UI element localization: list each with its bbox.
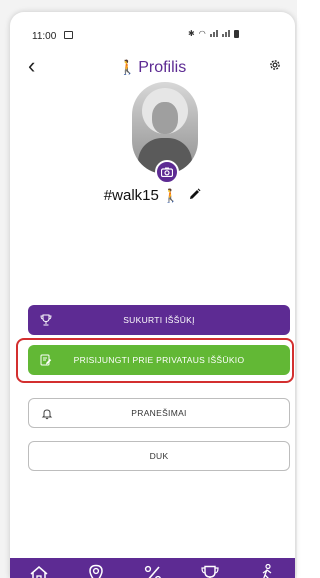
battery-icon xyxy=(233,29,239,38)
image-notification-icon xyxy=(64,31,73,39)
device-frame: 11:00 ✱ ◠ ‹ 🚶 Profilis #walk15 🚶 SUKURTI… xyxy=(0,0,297,578)
join-private-challenge-button[interactable]: PRISIJUNGTI PRIE PRIVATAUS IŠŠŪKIO xyxy=(28,345,290,375)
faq-button[interactable]: DUK xyxy=(28,441,290,471)
page-title-text: Profilis xyxy=(138,59,187,76)
username-row: #walk15 🚶 xyxy=(10,187,295,204)
settings-gear-icon[interactable] xyxy=(268,58,282,72)
username: #walk15 xyxy=(103,187,159,204)
notifications-button[interactable]: PRANEŠIMAI xyxy=(28,398,290,428)
nav-home[interactable] xyxy=(27,562,51,578)
walker-icon: 🚶 xyxy=(118,59,137,75)
status-time: 11:00 xyxy=(32,31,57,42)
trophy-icon xyxy=(200,565,219,578)
trophy-icon xyxy=(40,314,52,326)
status-bar: 11:00 ✱ ◠ xyxy=(10,12,295,42)
walker-emoji-icon: 🚶 xyxy=(162,188,180,203)
signal-2-icon xyxy=(221,30,230,37)
edit-pencil-icon[interactable] xyxy=(189,188,201,200)
create-challenge-button[interactable]: SUKURTI IŠŠŪKĮ xyxy=(28,305,290,335)
wifi-icon: ◠ xyxy=(198,29,206,38)
percent-icon xyxy=(144,565,161,578)
home-icon xyxy=(30,566,47,578)
create-challenge-label: SUKURTI IŠŠŪKĮ xyxy=(123,315,195,325)
camera-icon xyxy=(161,167,173,177)
avatar-container xyxy=(132,82,198,184)
edit-document-icon xyxy=(40,354,52,366)
join-private-challenge-label: PRISIJUNGTI PRIE PRIVATAUS IŠŠŪKIO xyxy=(73,355,245,365)
bluetooth-icon: ✱ xyxy=(188,29,195,38)
nav-challenges[interactable] xyxy=(198,562,222,578)
nav-discounts[interactable] xyxy=(141,562,165,578)
system-icons: ✱ ◠ xyxy=(188,29,239,38)
page-title: 🚶 Profilis xyxy=(10,56,295,79)
notifications-label: PRANEŠIMAI xyxy=(131,408,187,418)
nav-map[interactable] xyxy=(84,562,108,578)
app-screen: 11:00 ✱ ◠ ‹ 🚶 Profilis #walk15 🚶 SUKURTI… xyxy=(10,12,295,578)
bottom-navigation xyxy=(10,558,295,578)
bell-icon xyxy=(41,409,53,420)
walker-icon xyxy=(262,564,271,578)
change-photo-button[interactable] xyxy=(155,160,179,184)
location-pin-icon xyxy=(88,564,103,578)
faq-label: DUK xyxy=(149,451,169,461)
top-bar: ‹ 🚶 Profilis xyxy=(10,55,295,80)
nav-profile[interactable] xyxy=(255,562,279,578)
signal-icon xyxy=(209,30,218,37)
